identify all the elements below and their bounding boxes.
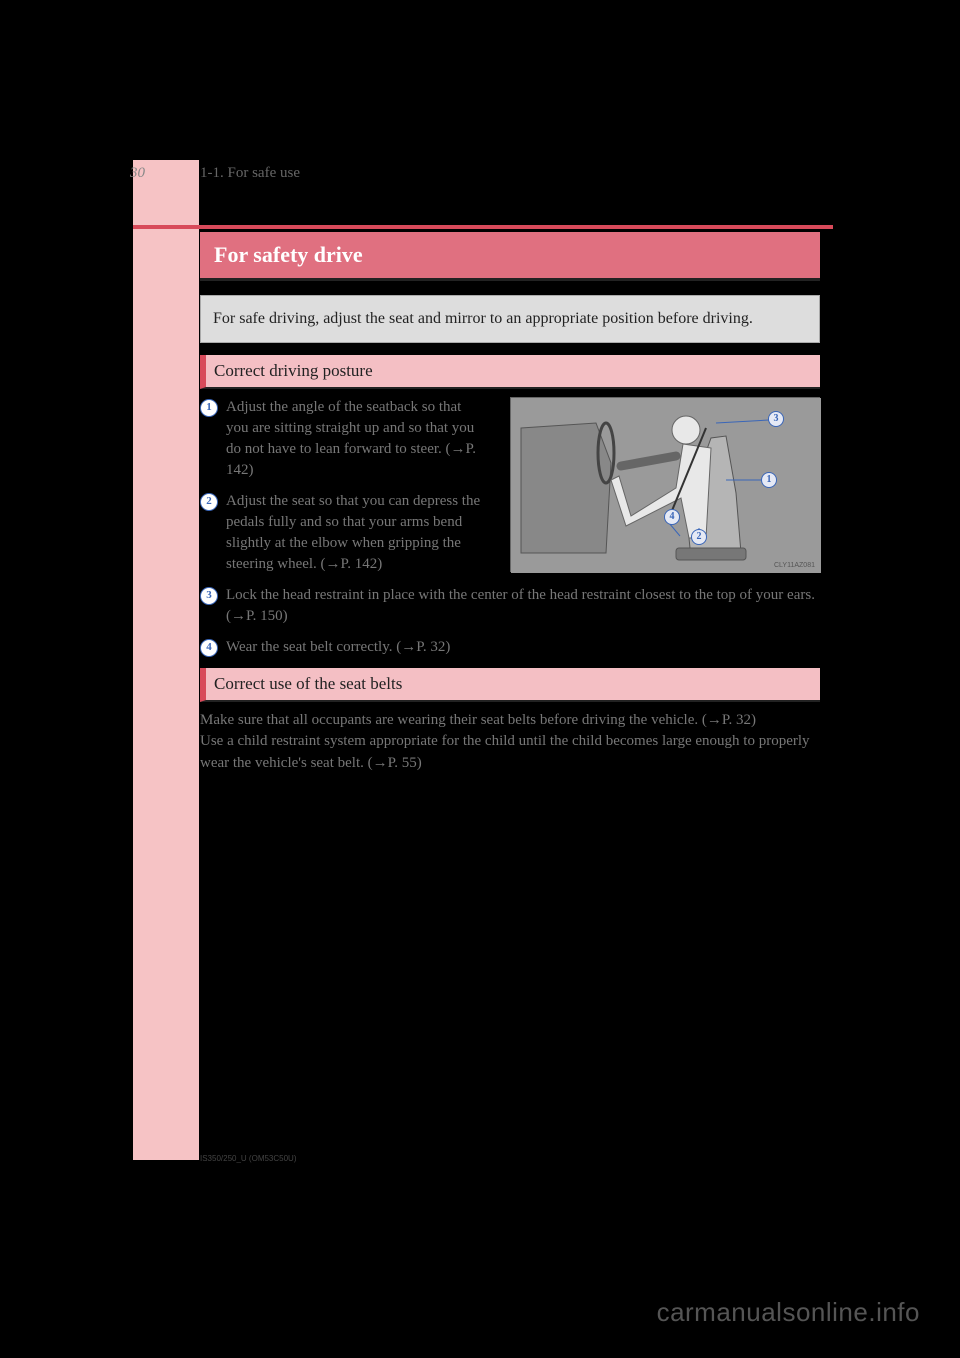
posture-item-text: Wear the seat belt correctly. (→P. 32) [226, 637, 450, 658]
posture-item-text: Lock the head restraint in place with th… [226, 585, 820, 627]
callout-2-icon: 2 [691, 529, 707, 545]
seatbelt-body-text: Make sure that all occupants are wearing… [200, 710, 820, 775]
intro-box: For safe driving, adjust the seat and mi… [200, 295, 820, 343]
list-item: 2 Adjust the seat so that you can depres… [200, 491, 485, 575]
number-4-icon: 4 [200, 639, 218, 657]
page-number: 30 [130, 165, 145, 182]
list-item: 1 Adjust the angle of the seatback so th… [200, 397, 485, 481]
section-header-seatbelt: Correct use of the seat belts [200, 668, 820, 702]
chapter-header: 1-1. For safe use [200, 165, 300, 182]
callout-4-icon: 4 [664, 509, 680, 525]
image-code-label: CLY11AZ081 [774, 562, 815, 569]
list-item: 3 Lock the head restraint in place with … [200, 585, 820, 627]
section-header-posture: Correct driving posture [200, 355, 820, 389]
page: 30 1-1. For safe use For safety drive Fo… [0, 0, 960, 1358]
number-1-icon: 1 [200, 399, 218, 417]
pink-sidebar [133, 160, 199, 1160]
header-rule-pink [133, 225, 833, 229]
list-item: 4 Wear the seat belt correctly. (→P. 32) [200, 637, 820, 658]
posture-item-text: Adjust the angle of the seatback so that… [226, 397, 485, 481]
posture-block: 1 2 3 4 CLY11AZ081 1 Adjust the angle of… [200, 397, 820, 658]
callout-1-icon: 1 [761, 472, 777, 488]
posture-text-full: 3 Lock the head restraint in place with … [200, 585, 820, 658]
page-title: For safety drive [200, 232, 820, 281]
footer-model-code: IS350/250_U (OM53C50U) [200, 1154, 297, 1163]
watermark: carmanualsonline.info [657, 1297, 920, 1328]
driving-posture-illustration: 1 2 3 4 CLY11AZ081 [510, 397, 820, 572]
number-3-icon: 3 [200, 587, 218, 605]
number-2-icon: 2 [200, 493, 218, 511]
posture-text-column: 1 Adjust the angle of the seatback so th… [200, 397, 485, 575]
content-column: For safety drive For safe driving, adjus… [200, 232, 820, 775]
callout-3-icon: 3 [768, 411, 784, 427]
posture-item-text: Adjust the seat so that you can depress … [226, 491, 485, 575]
